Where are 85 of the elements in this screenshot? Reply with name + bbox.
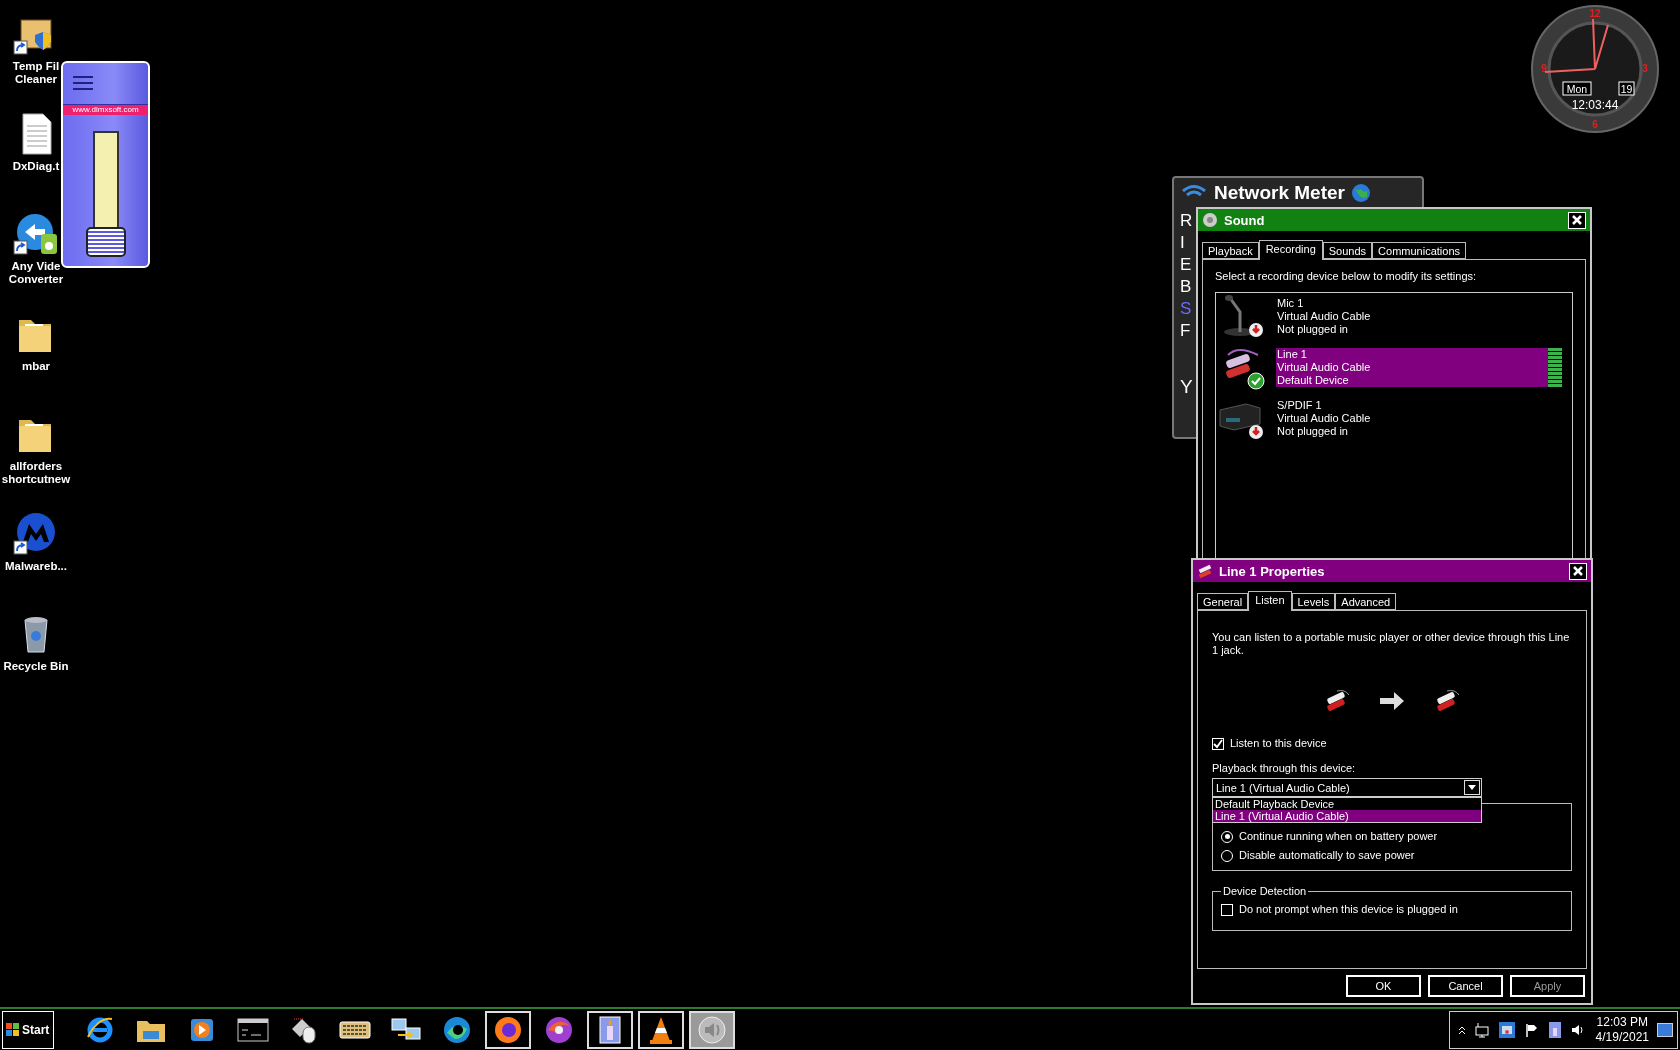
stat-label: R (1180, 210, 1193, 232)
start-button[interactable]: Start (2, 1010, 54, 1049)
checkbox-label: Do not prompt when this device is plugged in (1239, 903, 1458, 916)
checkbox[interactable] (1212, 737, 1224, 750)
terminal-icon (237, 1016, 269, 1043)
clock-numeral: 3 (1642, 63, 1648, 74)
clock-time: 12:03:44 (1571, 98, 1619, 112)
tab[interactable]: Listen (1248, 591, 1292, 611)
tab[interactable]: Playback (1202, 242, 1259, 259)
tab[interactable]: Levels (1291, 593, 1336, 610)
device-item[interactable]: Line 1 Virtual Audio Cable Default Device (1276, 347, 1548, 387)
taskbar-app-button[interactable] (689, 1010, 735, 1049)
group-title: Device Detection (1222, 885, 1308, 897)
taskbar-app-button[interactable] (587, 1010, 633, 1049)
close-icon (1571, 214, 1583, 226)
checkbox[interactable] (1221, 903, 1233, 916)
tab[interactable]: General (1197, 593, 1249, 610)
icon-label: Cleaner (14, 73, 58, 86)
tab[interactable]: Advanced (1335, 593, 1397, 610)
radio-label: Disable automatically to save power (1239, 849, 1415, 862)
checkbox-label: Listen to this device (1230, 737, 1327, 750)
chevron-up-icon (1457, 1024, 1466, 1035)
volume-slider[interactable] (85, 131, 126, 257)
device-dropdown[interactable]: Line 1 (Virtual Audio Cable) (1212, 778, 1482, 797)
clock-day: Mon (1566, 83, 1588, 95)
arrow-right-icon (1379, 691, 1405, 711)
dialog-button[interactable]: OK (1346, 975, 1421, 997)
close-button[interactable] (1568, 211, 1586, 229)
stat-label: E (1180, 254, 1192, 276)
tab[interactable]: Communications (1372, 242, 1466, 259)
icon-label: shortcutnew (1, 473, 71, 486)
icon-label: mbar (21, 360, 51, 373)
radio-label: Continue running when on battery power (1239, 830, 1438, 843)
taskbar-app-button[interactable] (485, 1010, 531, 1049)
gadget-title: Network Meter (1214, 182, 1345, 204)
stat-link[interactable]: S (1180, 298, 1192, 320)
website-url: www.dimxsoft.com (63, 105, 148, 115)
tab[interactable]: Recording (1258, 240, 1323, 260)
clock-numeral: 9 (1541, 63, 1547, 74)
clock-date: 19 (1620, 83, 1633, 95)
taskbar-app-button[interactable] (638, 1010, 684, 1049)
four-squares-icon (6, 1022, 20, 1037)
clock-numeral: 12 (1589, 8, 1601, 19)
stat-label: B (1180, 276, 1192, 298)
description-text: You can listen to a portable music player or other device through this Line 1 jack. (1212, 631, 1571, 657)
speaker-icon (1202, 212, 1218, 228)
stat-label: I (1180, 232, 1185, 254)
device-item[interactable]: S/PDIF 1 Virtual Audio Cable Not plugged in (1276, 398, 1570, 438)
flag-icon (1523, 1021, 1540, 1038)
stat-label: Y (1180, 376, 1193, 398)
tab[interactable]: Sounds (1322, 242, 1373, 259)
browser-icon (442, 1014, 472, 1045)
clock-numeral: 6 (1592, 119, 1598, 130)
icon-label: Any Vide (11, 260, 61, 273)
icon-label: Malwareb... (5, 560, 67, 573)
icon-label: DxDiag.t (12, 160, 60, 173)
icon-label: Recycle Bin (3, 660, 69, 673)
candle-icon (1547, 1020, 1562, 1039)
instruction-text: Select a recording device below to modify its settings: (1215, 270, 1478, 283)
show-desktop-button[interactable] (1657, 1022, 1673, 1037)
monitor-icon (1473, 1021, 1490, 1038)
dropdown-option[interactable]: Line 1 (Virtual Audio Cable) (1213, 810, 1481, 822)
app-window-icon (1497, 1020, 1516, 1039)
fox-browser-icon (493, 1014, 523, 1045)
icon-label: Converter (8, 273, 64, 286)
close-button[interactable] (1569, 562, 1587, 580)
tray-time: 12:03 PM (1596, 1014, 1648, 1030)
window-title: Sound (1224, 212, 1266, 228)
candle-icon (597, 1013, 623, 1046)
device-item[interactable]: Mic 1 Virtual Audio Cable Not plugged in (1276, 296, 1570, 336)
globe-icon (1350, 183, 1371, 203)
stat-label: F (1180, 320, 1191, 342)
swirl-icon (544, 1014, 574, 1045)
tray-date: 4/19/2021 (1595, 1029, 1649, 1045)
icon-label: allforders (9, 460, 63, 473)
close-icon (1572, 565, 1584, 577)
window-title: Line 1 Properties (1219, 563, 1326, 579)
speaker-icon (697, 1014, 727, 1045)
icon-label: Temp Fil (12, 60, 60, 73)
caret-icon (1468, 785, 1476, 790)
field-label: Playback through this device: (1212, 762, 1357, 775)
dialog-button[interactable]: Cancel (1428, 975, 1503, 997)
slider-thumb[interactable] (85, 227, 126, 257)
keyboard-icon (339, 1018, 371, 1041)
audio-cable-icon (1197, 563, 1213, 579)
